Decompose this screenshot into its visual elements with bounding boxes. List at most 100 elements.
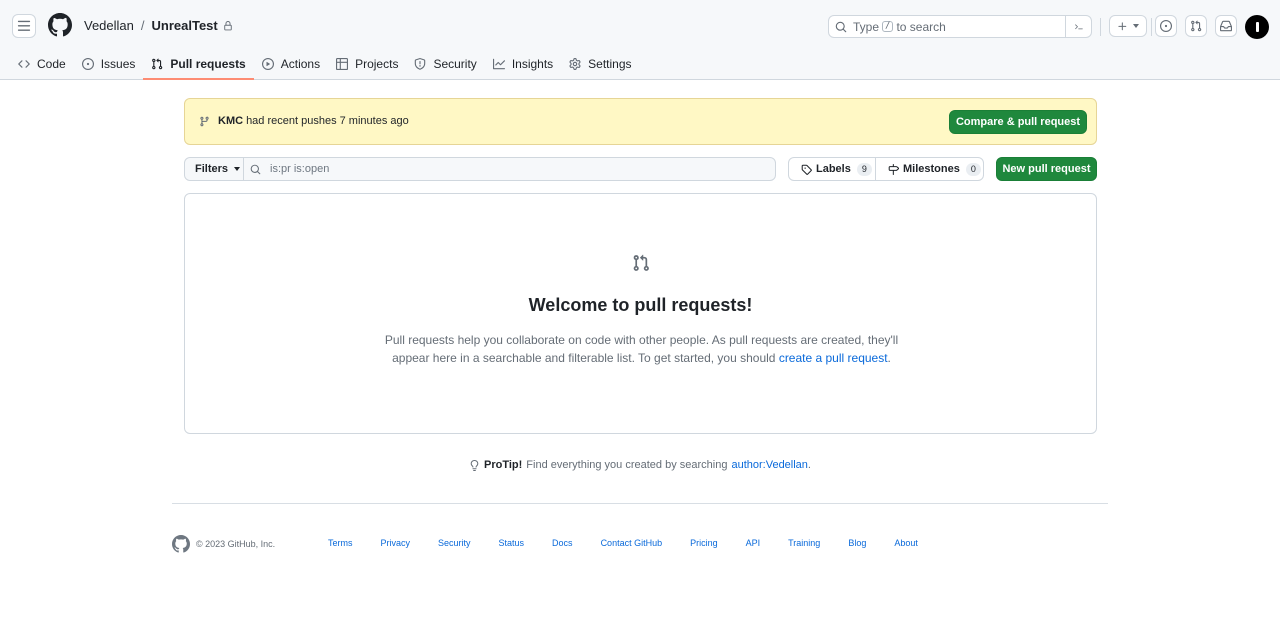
header-divider: [1100, 18, 1101, 36]
tab-label: Pull requests: [170, 56, 246, 71]
tab-settings[interactable]: Settings: [561, 48, 639, 79]
graph-icon: [492, 58, 505, 69]
inbox-button[interactable]: [1215, 15, 1237, 37]
footer-link-status[interactable]: Status: [499, 538, 525, 548]
inbox-icon: [1220, 20, 1232, 32]
labels-button[interactable]: Labels 9: [789, 158, 876, 180]
filter-search-input[interactable]: is:pr is:open: [244, 158, 775, 180]
milestones-count: 0: [965, 162, 981, 176]
pull-requests-blankslate: Welcome to pull requests! Pull requests …: [184, 193, 1097, 434]
header-divider: [1151, 18, 1152, 36]
filters-dropdown-button[interactable]: Filters: [185, 158, 244, 180]
tab-code[interactable]: Code: [10, 48, 74, 79]
tab-label: Insights: [511, 56, 554, 71]
tab-insights[interactable]: Insights: [485, 48, 561, 79]
pull-request-icon: [1191, 20, 1202, 32]
plus-icon: [1118, 21, 1127, 30]
pull-request-icon: [152, 57, 163, 69]
search-shortcut-key: /: [882, 21, 894, 32]
footer-link-security[interactable]: Security: [438, 538, 471, 548]
tab-issues[interactable]: Issues: [74, 48, 144, 79]
hamburger-icon: [17, 20, 31, 31]
pull-requests-header-button[interactable]: [1185, 15, 1207, 37]
tab-label: Projects: [355, 56, 399, 71]
tab-pull-requests[interactable]: Pull requests: [143, 48, 255, 80]
labels-milestones-group: Labels 9 Milestones 0: [788, 157, 984, 181]
github-logo-icon[interactable]: [172, 535, 190, 553]
footer-link-api[interactable]: API: [746, 538, 761, 548]
footer-link-training[interactable]: Training: [788, 538, 820, 548]
filters-label: Filters: [195, 163, 229, 175]
tab-label: Actions: [280, 56, 321, 71]
tab-security[interactable]: Security: [406, 48, 484, 79]
play-icon: [261, 57, 274, 70]
tab-label: Security: [433, 56, 477, 71]
labels-count: 9: [856, 162, 872, 176]
global-search-input[interactable]: Type / to search: [828, 15, 1092, 38]
command-palette-button[interactable]: [1065, 16, 1091, 37]
footer-link-blog[interactable]: Blog: [848, 538, 866, 548]
milestones-label: Milestones: [903, 163, 960, 175]
milestones-button[interactable]: Milestones 0: [876, 158, 981, 180]
github-logo-icon[interactable]: [48, 13, 72, 37]
tab-actions[interactable]: Actions: [254, 48, 328, 79]
issues-header-button[interactable]: [1155, 15, 1177, 37]
pull-request-icon: [633, 254, 649, 271]
footer-link-pricing[interactable]: Pricing: [690, 538, 718, 548]
create-new-button[interactable]: [1109, 15, 1147, 37]
protip: ProTip! Find everything you created by s…: [0, 459, 1280, 471]
tag-icon: [801, 164, 812, 175]
footer-link-about[interactable]: About: [894, 538, 918, 548]
table-icon: [336, 57, 349, 70]
chevron-down-icon: [234, 167, 241, 171]
tab-label: Settings: [588, 56, 632, 71]
hamburger-menu-button[interactable]: [12, 14, 36, 38]
search-icon: [250, 164, 261, 174]
avatar[interactable]: [1245, 15, 1269, 39]
gear-icon: [569, 57, 581, 70]
filter-bar: Filters is:pr is:open: [184, 157, 776, 181]
breadcrumb: Vedellan / UnrealTest: [84, 18, 233, 33]
search-placeholder-suffix: to search: [896, 19, 946, 34]
footer-link-privacy[interactable]: Privacy: [381, 538, 411, 548]
recent-push-banner: KMC had recent pushes 7 minutes ago Comp…: [184, 98, 1097, 145]
global-header: Vedellan / UnrealTest Type / to search: [0, 0, 1280, 48]
footer-links: Terms Privacy Security Status Docs Conta…: [328, 538, 946, 548]
search-placeholder-prefix: Type: [853, 19, 880, 34]
milestone-icon: [888, 163, 899, 175]
command-palette-icon: [1074, 23, 1083, 29]
tab-label: Code: [37, 56, 66, 71]
filter-search-value: is:pr is:open: [270, 163, 330, 175]
git-branch-icon: [200, 116, 209, 126]
shield-icon: [415, 57, 426, 70]
issue-opened-icon: [1160, 20, 1172, 32]
compare-pull-request-button[interactable]: Compare & pull request: [949, 110, 1087, 134]
protip-text: Find everything you created by searching: [526, 459, 728, 471]
footer-link-terms[interactable]: Terms: [328, 538, 353, 548]
footer-link-contact[interactable]: Contact GitHub: [601, 538, 663, 548]
blankslate-title: Welcome to pull requests!: [528, 295, 753, 315]
protip-author-link[interactable]: author:Vedellan: [731, 459, 807, 471]
create-pull-request-link[interactable]: create a pull request: [779, 351, 888, 365]
recent-push-message: had recent pushes 7 minutes ago: [246, 115, 409, 127]
avatar-glyph: [1255, 22, 1259, 32]
footer-link-docs[interactable]: Docs: [552, 538, 573, 548]
recent-push-text: KMC had recent pushes 7 minutes ago: [199, 115, 409, 127]
labels-label: Labels: [816, 163, 851, 175]
branch-name[interactable]: KMC: [218, 115, 243, 127]
search-icon: [835, 21, 847, 32]
owner-link[interactable]: Vedellan: [84, 18, 134, 33]
repo-nav: Code Issues Pull requests Actions Projec…: [0, 48, 1280, 80]
breadcrumb-separator: /: [140, 18, 145, 33]
code-icon: [18, 59, 30, 68]
issue-opened-icon: [81, 57, 94, 70]
new-pull-request-button[interactable]: New pull request: [996, 157, 1097, 181]
repo-link[interactable]: UnrealTest: [152, 18, 218, 33]
tab-label: Issues: [100, 56, 136, 71]
lock-icon: [224, 20, 232, 30]
chevron-down-icon: [1133, 24, 1139, 28]
light-bulb-icon: [470, 459, 479, 471]
blankslate-end: .: [887, 351, 891, 365]
footer: © 2023 GitHub, Inc. Terms Privacy Securi…: [172, 535, 1108, 553]
tab-projects[interactable]: Projects: [328, 48, 406, 79]
